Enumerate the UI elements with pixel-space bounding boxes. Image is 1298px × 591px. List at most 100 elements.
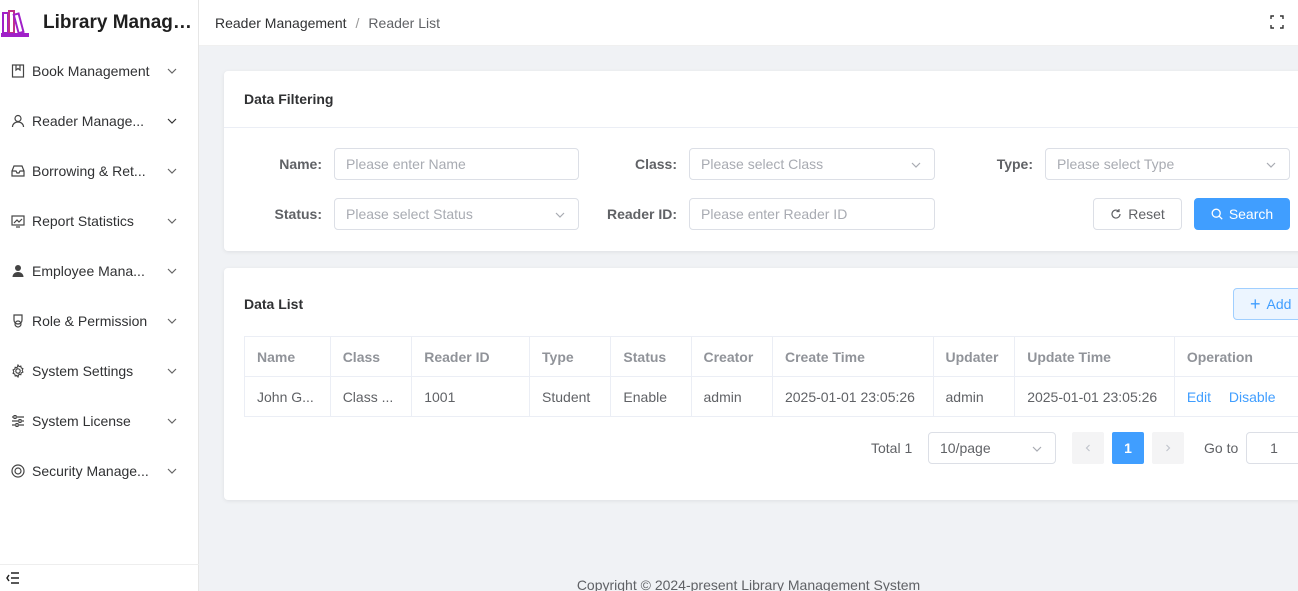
type-select[interactable]: Please select Type bbox=[1045, 148, 1290, 180]
column-header-create-time: Create Time bbox=[771, 336, 934, 377]
column-header-reader-id: Reader ID bbox=[411, 336, 531, 377]
sidebar-item-system-settings[interactable]: System Settings bbox=[0, 346, 198, 396]
add-button[interactable]: + Add bbox=[1233, 288, 1298, 320]
user-icon bbox=[10, 113, 26, 129]
fullscreen-icon[interactable] bbox=[1270, 15, 1284, 29]
goto-page-input[interactable]: 1 bbox=[1246, 432, 1298, 464]
edit-link[interactable]: Edit bbox=[1187, 389, 1211, 405]
goto-label: Go to bbox=[1204, 440, 1239, 456]
cell-operation: Edit Disable bbox=[1173, 376, 1298, 417]
prev-page-button[interactable] bbox=[1072, 432, 1104, 464]
table-row: John G... Class ... 1001 Student Enable … bbox=[244, 376, 1298, 417]
medal-icon bbox=[10, 313, 26, 329]
sidebar-item-label: System License bbox=[32, 413, 131, 429]
shield-icon bbox=[10, 463, 26, 479]
chevron-down-icon bbox=[911, 162, 921, 168]
refresh-icon bbox=[1111, 209, 1121, 219]
page-size-select[interactable]: 10/page bbox=[928, 432, 1056, 464]
type-select-placeholder: Please select Type bbox=[1057, 156, 1175, 172]
cell-update-time: 2025-01-01 23:05:26 bbox=[1014, 376, 1175, 417]
type-label: Type: bbox=[996, 156, 1033, 172]
reader-id-form-item: Reader ID: Please enter Reader ID bbox=[594, 198, 935, 230]
cell-updater: admin bbox=[932, 376, 1016, 417]
chevron-down-icon bbox=[167, 268, 177, 274]
sidebar-menu: Book Management Reader Manage... Borrowi… bbox=[0, 46, 198, 496]
sliders-icon bbox=[10, 413, 26, 429]
disable-link[interactable]: Disable bbox=[1229, 389, 1276, 405]
column-header-operation: Operation bbox=[1173, 336, 1298, 377]
status-select-placeholder: Please select Status bbox=[346, 206, 473, 222]
sidebar-item-label: Security Manage... bbox=[32, 463, 149, 479]
sidebar-item-report-statistics[interactable]: Report Statistics bbox=[0, 196, 198, 246]
sidebar-item-book-management[interactable]: Book Management bbox=[0, 46, 198, 96]
column-header-name: Name bbox=[244, 336, 331, 377]
column-header-type: Type bbox=[529, 336, 612, 377]
page-1-button[interactable]: 1 bbox=[1112, 432, 1144, 464]
reset-button[interactable]: Reset bbox=[1093, 198, 1182, 230]
name-input[interactable]: Please enter Name bbox=[334, 148, 579, 180]
breadcrumb: Reader Management / Reader List bbox=[215, 15, 440, 31]
chevron-down-icon bbox=[167, 418, 177, 424]
sidebar-item-label: Role & Permission bbox=[32, 313, 148, 329]
name-input-placeholder: Please enter Name bbox=[346, 156, 466, 172]
breadcrumb-item-reader-management[interactable]: Reader Management bbox=[215, 15, 347, 31]
sidebar-item-label: Book Management bbox=[32, 63, 150, 79]
search-button[interactable]: Search bbox=[1194, 198, 1290, 230]
status-select[interactable]: Please select Status bbox=[334, 198, 579, 230]
sidebar-item-borrowing[interactable]: Borrowing & Ret... bbox=[0, 146, 198, 196]
class-select-placeholder: Please select Class bbox=[701, 156, 824, 172]
cell-reader-id: 1001 bbox=[411, 376, 531, 417]
cell-type: Student bbox=[529, 376, 612, 417]
add-button-label: Add bbox=[1266, 296, 1292, 312]
reader-id-label: Reader ID: bbox=[606, 206, 677, 222]
sidebar-item-label: System Settings bbox=[32, 363, 134, 379]
data-list-card: Data List + Add Name Class Reader ID Typ… bbox=[224, 268, 1298, 500]
reader-id-input[interactable]: Please enter Reader ID bbox=[689, 198, 935, 230]
column-header-status: Status bbox=[610, 336, 692, 377]
sidebar-item-system-license[interactable]: System License bbox=[0, 396, 198, 446]
chart-icon bbox=[10, 213, 26, 229]
cell-name: John G... bbox=[244, 376, 331, 417]
list-card-title: Data List bbox=[244, 296, 304, 312]
top-header: Reader Management / Reader List bbox=[199, 0, 1298, 46]
sidebar-item-label: Employee Mana... bbox=[32, 263, 145, 279]
sidebar-item-label: Report Statistics bbox=[32, 213, 134, 229]
column-header-creator: Creator bbox=[690, 336, 773, 377]
class-select[interactable]: Please select Class bbox=[689, 148, 935, 180]
footer-copyright: Copyright © 2024-present Library Managem… bbox=[576, 577, 921, 591]
book-icon bbox=[10, 63, 26, 79]
sidebar-item-label: Reader Manage... bbox=[32, 113, 145, 129]
type-form-item: Type: Please select Type bbox=[950, 148, 1290, 180]
next-page-button[interactable] bbox=[1152, 432, 1184, 464]
chevron-down-icon bbox=[167, 368, 177, 374]
sidebar-item-label: Borrowing & Ret... bbox=[32, 163, 146, 179]
search-icon bbox=[1211, 208, 1223, 220]
column-header-updater: Updater bbox=[932, 336, 1016, 377]
pagination-total: Total 1 bbox=[871, 440, 913, 456]
sidebar-item-employee-management[interactable]: Employee Mana... bbox=[0, 246, 198, 296]
cell-create-time: 2025-01-01 23:05:26 bbox=[771, 376, 934, 417]
column-header-update-time: Update Time bbox=[1014, 336, 1175, 377]
collapse-sidebar-button[interactable] bbox=[0, 564, 199, 591]
reset-button-label: Reset bbox=[1128, 206, 1165, 222]
search-button-label: Search bbox=[1228, 206, 1274, 222]
chevron-down-icon bbox=[1032, 446, 1042, 452]
chevron-down-icon bbox=[167, 468, 177, 474]
chevron-down-icon bbox=[167, 68, 177, 74]
name-form-item: Name: Please enter Name bbox=[244, 148, 579, 180]
collapse-icon bbox=[6, 572, 19, 584]
chevron-down-icon bbox=[1266, 162, 1276, 168]
column-header-class: Class bbox=[329, 336, 413, 377]
chevron-right-icon bbox=[1166, 444, 1171, 452]
sidebar-item-reader-management[interactable]: Reader Manage... bbox=[0, 96, 198, 146]
filter-card-title: Data Filtering bbox=[224, 71, 1298, 128]
sidebar-item-role-permission[interactable]: Role & Permission bbox=[0, 296, 198, 346]
person-icon bbox=[10, 263, 26, 279]
cell-status: Enable bbox=[610, 376, 692, 417]
class-form-item: Class: Please select Class bbox=[594, 148, 935, 180]
chevron-down-icon bbox=[167, 318, 177, 324]
status-label: Status: bbox=[274, 206, 322, 222]
name-label: Name: bbox=[279, 156, 322, 172]
status-form-item: Status: Please select Status bbox=[244, 198, 579, 230]
sidebar-item-security-management[interactable]: Security Manage... bbox=[0, 446, 198, 496]
